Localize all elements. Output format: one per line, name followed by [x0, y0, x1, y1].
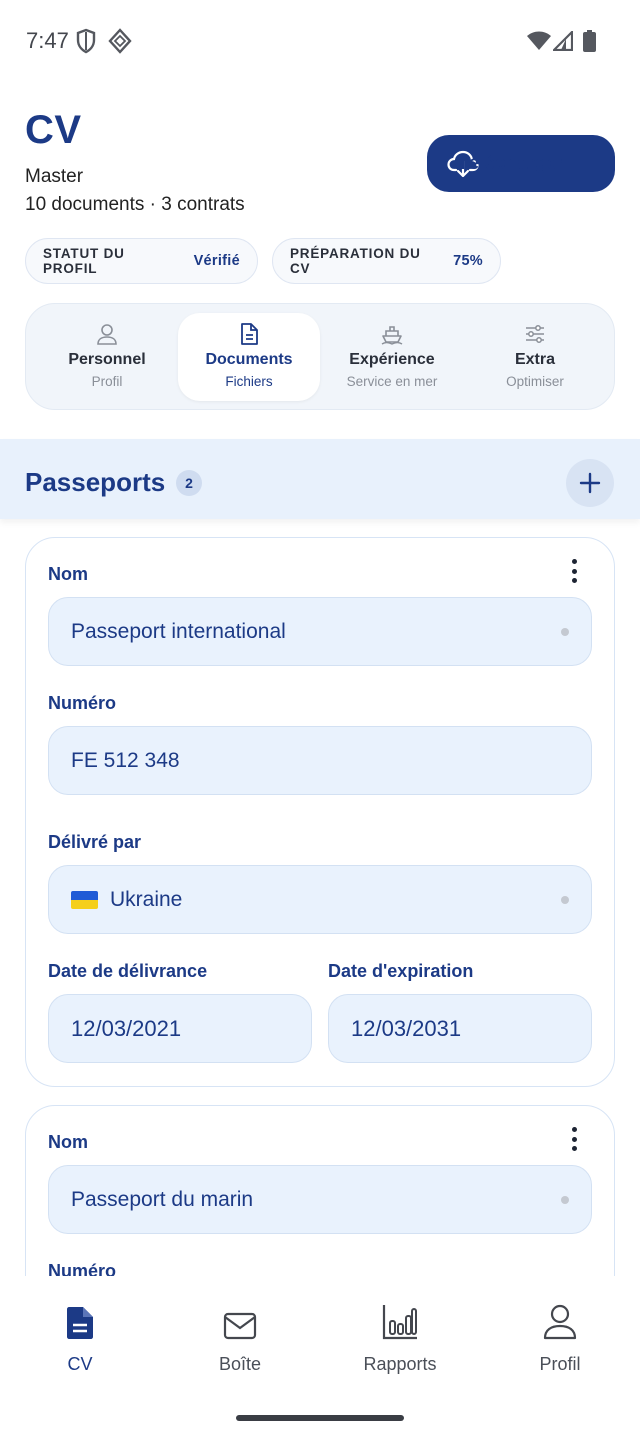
- nav-inbox[interactable]: Boîte: [160, 1298, 320, 1375]
- issue-date-label: Date de délivrance: [48, 961, 208, 981]
- expiry-date-label: Date d'expiration: [328, 961, 474, 981]
- bar-chart-icon: [382, 1305, 417, 1340]
- person-icon: [97, 324, 117, 345]
- sliders-icon: [526, 325, 544, 343]
- nav-profile[interactable]: Profil: [480, 1298, 640, 1375]
- plus-icon: [579, 472, 601, 494]
- status-time: 7:47: [26, 28, 69, 53]
- add-passport-button[interactable]: [566, 459, 614, 507]
- battery-icon: [583, 30, 596, 52]
- expiry-date-value: 12/03/2031: [351, 1015, 462, 1041]
- nav-cv[interactable]: CV: [0, 1298, 160, 1375]
- more-options-icon[interactable]: [564, 556, 584, 586]
- tab-extra[interactable]: Extra Optimiser: [464, 313, 606, 401]
- summary-label: 10 documents · 3 contrats: [25, 194, 245, 215]
- tab-personnel-sub: Profil: [91, 374, 123, 389]
- dropdown-indicator-icon: [561, 1196, 569, 1204]
- more-options-icon[interactable]: [564, 1124, 584, 1154]
- passport-card: Nom Passeport international Numéro FE 51…: [25, 537, 615, 1087]
- tab-extra-sub: Optimiser: [506, 374, 564, 389]
- tab-documents-label: Documents: [205, 351, 293, 368]
- download-button-label: Télécharger: [457, 152, 565, 174]
- nav-profile-label: Profil: [539, 1354, 581, 1374]
- issuer-select[interactable]: Ukraine: [48, 865, 592, 934]
- cv-tabs: Personnel Profil Documents Fichiers Expé…: [25, 303, 615, 410]
- tab-experience-sub: Service en mer: [346, 374, 438, 389]
- tab-personnel[interactable]: Personnel Profil: [36, 313, 178, 401]
- number-label: Numéro: [48, 693, 117, 713]
- cv-readiness-value: 75%: [453, 253, 483, 269]
- issue-date-value: 12/03/2021: [71, 1015, 182, 1041]
- tab-personnel-label: Personnel: [68, 351, 146, 368]
- cell-signal-icon: [553, 31, 573, 51]
- ukraine-flag-icon: [71, 890, 98, 909]
- name-value: Passeport international: [71, 619, 286, 643]
- profile-status-label: STATUT DU PROFIL: [43, 246, 125, 276]
- home-indicator[interactable]: [236, 1415, 404, 1421]
- issuer-label: Délivré par: [48, 832, 142, 852]
- passport-card: Nom Passeport du marin Numéro: [25, 1105, 615, 1276]
- passports-section-header: Passeports 2: [0, 439, 640, 519]
- nav-inbox-label: Boîte: [218, 1354, 262, 1374]
- tab-extra-label: Extra: [514, 351, 556, 368]
- dropdown-indicator-icon: [561, 896, 569, 904]
- section-count-badge: 2: [176, 470, 202, 496]
- expiry-date-field[interactable]: 12/03/2031: [328, 994, 592, 1063]
- cv-readiness-chip: PRÉPARATION DU CV 75%: [272, 238, 501, 284]
- number-value: FE 512 348: [71, 748, 180, 772]
- ship-icon: [381, 326, 403, 345]
- download-button[interactable]: Télécharger: [427, 135, 615, 192]
- rank-label: Master: [25, 166, 84, 187]
- name-label: Nom: [48, 564, 88, 584]
- name-value: Passeport du marin: [71, 1187, 254, 1211]
- number-label: Numéro: [48, 1261, 117, 1276]
- nav-reports[interactable]: Rapports: [320, 1298, 480, 1375]
- vpn-diamond-icon: [108, 28, 132, 54]
- nav-cv-label: CV: [67, 1354, 93, 1374]
- mail-icon: [223, 1312, 257, 1340]
- profile-icon: [543, 1304, 577, 1340]
- tab-documents[interactable]: Documents Fichiers: [178, 313, 320, 401]
- name-select[interactable]: Passeport du marin: [48, 1165, 592, 1234]
- nav-reports-label: Rapports: [363, 1354, 437, 1374]
- name-label: Nom: [48, 1132, 88, 1152]
- cv-document-icon: [67, 1307, 93, 1339]
- passports-list[interactable]: Nom Passeport international Numéro FE 51…: [0, 519, 640, 1276]
- issue-date-field[interactable]: 12/03/2021: [48, 994, 312, 1063]
- issuer-value: Ukraine: [110, 887, 183, 911]
- profile-status-chip: STATUT DU PROFIL Vérifié: [25, 238, 258, 284]
- page-title: CV: [25, 108, 82, 152]
- number-input[interactable]: FE 512 348: [48, 726, 592, 795]
- status-bar: 7:47: [0, 0, 640, 84]
- profile-status-value: Vérifié: [193, 253, 240, 269]
- tab-experience-label: Expérience: [349, 351, 435, 368]
- bottom-navigation: CV Boîte Rapports Profil: [0, 1276, 640, 1437]
- tab-experience[interactable]: Expérience Service en mer: [321, 313, 463, 401]
- section-title: Passeports: [25, 467, 166, 497]
- dropdown-indicator-icon: [561, 628, 569, 636]
- tab-documents-sub: Fichiers: [225, 374, 273, 389]
- name-select[interactable]: Passeport international: [48, 597, 592, 666]
- shield-icon: [76, 28, 96, 54]
- document-icon: [241, 323, 258, 345]
- wifi-icon: [527, 31, 551, 50]
- cv-readiness-label: PRÉPARATION DU CV: [290, 246, 421, 276]
